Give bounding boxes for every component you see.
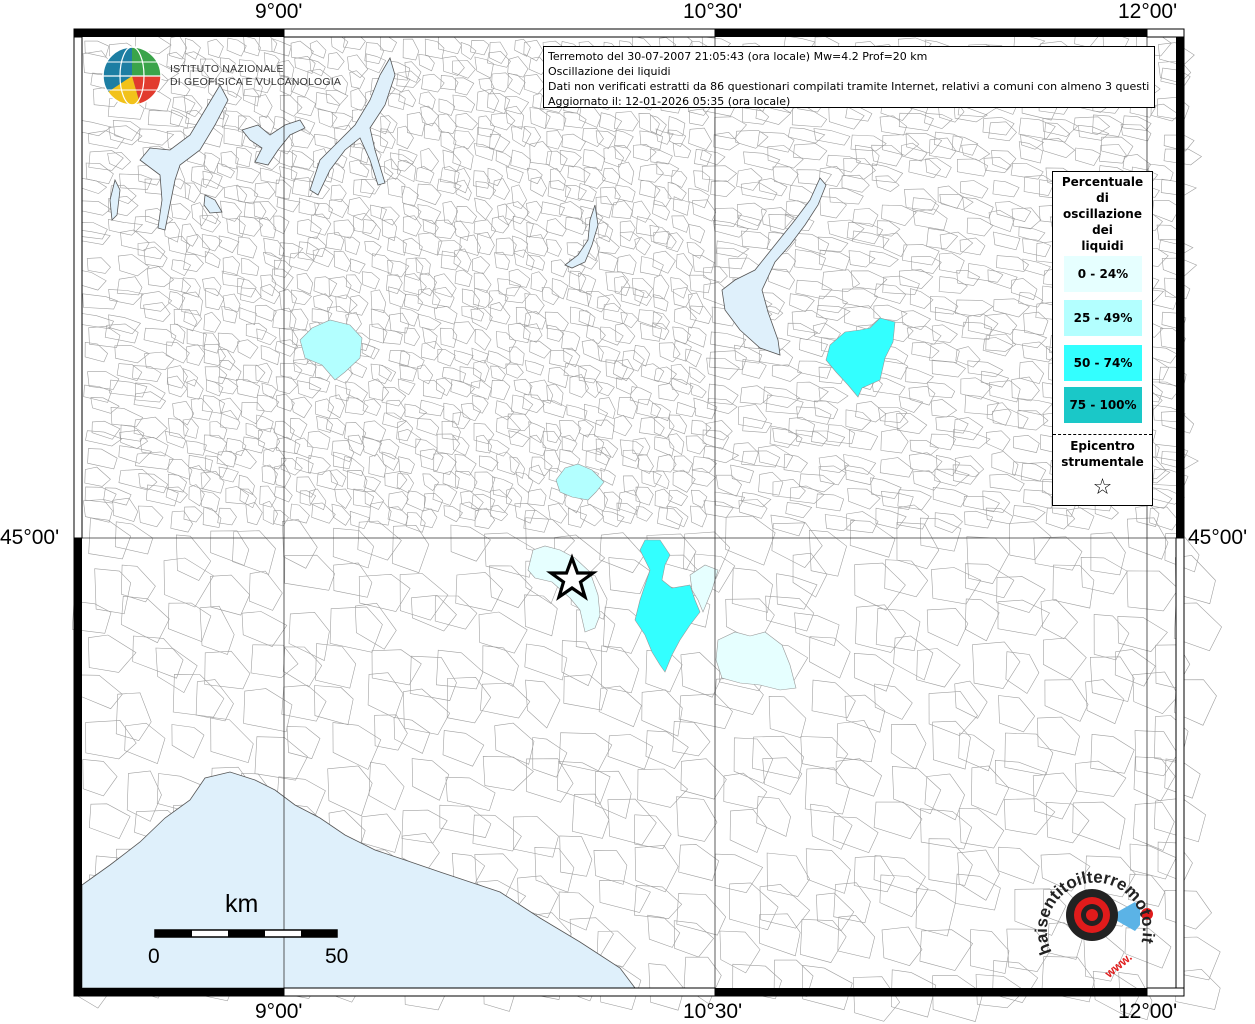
legend-title-line: dei [1092,223,1113,237]
right-tick-label: 45°00' [1188,526,1248,549]
event-info-line3: Dati non verificati estratti da 86 quest… [548,80,1150,93]
left-tick-label: 45°00' [0,526,60,549]
institute-name: ISTITUTO NAZIONALE DI GEOFISICA E VULCAN… [170,63,341,89]
legend-star-icon: ☆ [1092,475,1113,500]
event-info-line1: Terremoto del 30-07-2007 21:05:43 (ora l… [548,50,928,63]
legend-item-50-74: 50 - 74% [1064,345,1142,381]
event-info-line4: Aggiornato il: 12-01-2026 05:35 (ora loc… [548,95,791,108]
bottom-tick-label-3: 12°00' [1118,1000,1178,1023]
legend-title-line: di [1096,191,1109,205]
top-tick-label-1: 9°00' [255,0,303,23]
intensity-map: haisentitoilterremoto.it www. [71,28,1222,1022]
event-info-box: Terremoto del 30-07-2007 21:05:43 (ora l… [543,46,1155,108]
legend-title: Percentuale di oscillazione dei liquidi [1053,174,1152,254]
legend-divider [1053,434,1152,435]
institute-name-line1: ISTITUTO NAZIONALE [170,63,284,75]
top-tick-label-3: 12°00' [1118,0,1178,23]
legend-title-line: liquidi [1081,239,1124,253]
scale-end: 50 [325,945,349,968]
bottom-tick-label-1: 9°00' [255,1000,303,1023]
event-info-line2: Oscillazione dei liquidi [548,65,671,78]
scale-unit: km [225,890,259,918]
legend: Percentuale di oscillazione dei liquidi … [1052,171,1153,506]
legend-item-75-100: 75 - 100% [1064,387,1142,423]
legend-title-line: Percentuale [1061,175,1144,189]
bottom-tick-label-2: 10°30' [683,1000,743,1023]
legend-epicenter-label: Epicentro strumentale [1053,438,1152,470]
scale-bar [154,929,338,938]
institute-name-line2: DI GEOFISICA E VULCANOLOGIA [170,76,342,88]
legend-epicenter-line: strumentale [1061,455,1144,469]
scale-start: 0 [148,945,160,968]
legend-title-line: oscillazione [1063,207,1142,221]
ingv-logo-icon [102,46,162,106]
top-tick-label-2: 10°30' [683,0,743,23]
legend-item-25-49: 25 - 49% [1064,300,1142,336]
legend-item-0-24: 0 - 24% [1064,256,1142,292]
legend-epicenter-line: Epicentro [1070,439,1135,453]
